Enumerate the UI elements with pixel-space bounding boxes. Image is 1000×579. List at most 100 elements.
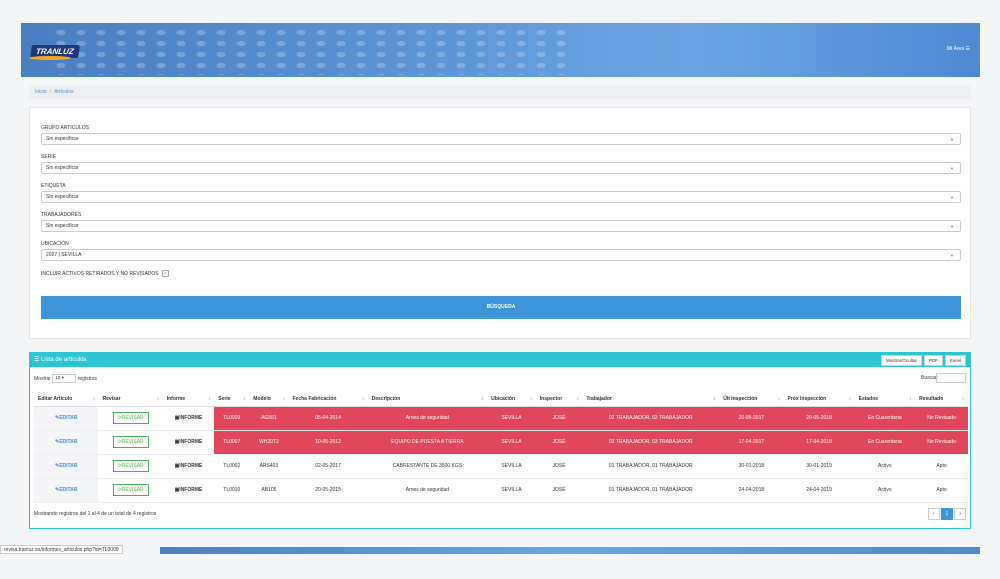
include-retired-label: INCLUIR ACTIVOS RETIRADOS Y NO REVISADOS [41, 270, 159, 277]
edit-button[interactable]: ✎EDITAR [55, 487, 77, 493]
cell-ult: 17-04-2017 [738, 439, 765, 445]
chevron-down-icon: ▼ [950, 253, 954, 258]
ubicacion-label: UBICACIÓN [41, 241, 69, 247]
pagination: ‹ 1 › [927, 508, 966, 520]
review-button[interactable]: ⟳REVISAR [112, 460, 149, 472]
cell-desc: CABRESTANTE DE 3500 KGS [392, 463, 463, 469]
header-pattern [51, 27, 571, 75]
pdf-button[interactable]: PDF [923, 355, 943, 366]
cell-modelo: AG551 [261, 415, 277, 421]
cell-serie: TL0007 [223, 439, 241, 445]
column-header[interactable]: Últ Inspección ⇕ [719, 392, 784, 407]
cell-prox: 30-01-2019 [806, 463, 832, 469]
cell-prox: 24-04-2019 [806, 487, 832, 493]
trabajadores-select[interactable]: Sin especificar ▼ [41, 220, 961, 232]
report-button[interactable]: ▣INFORME [175, 439, 203, 445]
cell-estado: Activo [878, 487, 892, 493]
column-header[interactable]: Revisar ⇕ [98, 392, 163, 407]
header-banner: TRANLUZ Mi Área ☰ [21, 23, 980, 77]
user-menu[interactable]: Mi Área ☰ [947, 46, 970, 52]
cell-modelo: ARS403 [259, 463, 279, 469]
cell-trab: 02 TRABAJADOR, 02 TRABAJADOR [608, 415, 693, 421]
search-button[interactable]: BÚSQUEDA [41, 296, 961, 319]
table-search-input[interactable] [936, 373, 966, 383]
cell-desc: Arnes de seguridad [405, 415, 450, 421]
cell-trab: 01 TRABAJADOR, 01 TRABAJADOR [608, 463, 693, 469]
trabajadores-filter: TRABAJADORES Sin especificar ▼ [41, 212, 961, 232]
pagination-next[interactable]: › [954, 508, 966, 520]
breadcrumb-current[interactable]: Artículos [54, 89, 73, 95]
cell-ult: 24-04-2018 [738, 487, 765, 493]
excel-button[interactable]: Excel [944, 355, 966, 366]
sort-icon: ⇕ [156, 395, 160, 401]
sort-icon: ⇕ [242, 395, 247, 401]
status-url: revisa.tranluz.es/informes_articulos.php… [0, 545, 123, 554]
column-header[interactable]: Descripción ⇕ [367, 392, 488, 407]
serie-filter: SERIE Sin especificar ▼ [41, 154, 961, 174]
review-button[interactable]: ⟳REVISAR [112, 484, 149, 496]
cell-desc: EQUIPO DE PUESTA A TIERRA [391, 439, 464, 445]
report-button[interactable]: ▣INFORME [175, 415, 203, 421]
pagination-page[interactable]: 1 [940, 508, 954, 520]
column-header[interactable]: Inspector ⇕ [535, 392, 583, 407]
cell-modelo: WH20T2 [259, 439, 279, 445]
serie-select[interactable]: Sin especificar ▼ [41, 162, 961, 174]
trabajadores-label: TRABAJADORES [41, 212, 82, 218]
table-row: ✎EDITAR ⟳REVISAR ▣INFORME TL0002 ARS403 02-05… [34, 454, 968, 479]
edit-button[interactable]: ✎EDITAR [55, 415, 77, 421]
column-header[interactable]: Fecha Fabricación ⇕ [288, 392, 368, 407]
page-length-control: Mostrar 10 ▾ registros [34, 374, 97, 383]
cell-trab: 01 TRABAJADOR, 01 TRABAJADOR [608, 487, 693, 493]
cell-insp: JOSÉ [552, 463, 566, 469]
review-button[interactable]: ⟳REVISAR [112, 412, 149, 424]
cell-prox: 17-04-2018 [806, 439, 832, 445]
cell-serie: TL0009 [223, 415, 241, 421]
breadcrumb-home[interactable]: Inicio [35, 89, 47, 95]
column-header[interactable]: Editar Artículo ⇕ [34, 392, 99, 407]
column-header[interactable]: Resultado ⇕ [915, 392, 968, 407]
cell-fecha: 02-05-2017 [315, 463, 341, 469]
cell-estado: En Cuarentena [868, 439, 902, 445]
column-header[interactable]: Serie ⇕ [214, 392, 250, 407]
cell-ubic: SEVILLA [501, 439, 522, 445]
cell-res: Apto [936, 463, 947, 469]
edit-button[interactable]: ✎EDITAR [55, 439, 77, 445]
chevron-down-icon: ▼ [950, 224, 954, 229]
articles-panel: ☰ Lista de artículos Mostrar/Ocultar PDF E… [29, 352, 971, 529]
ubicacion-filter: UBICACIÓN 2027 | SEVILLA ▼ [41, 241, 961, 261]
column-header[interactable]: Trabajador ⇕ [582, 392, 720, 407]
review-button[interactable]: ⟳REVISAR [112, 436, 149, 448]
cell-ult: 20-05-2017 [738, 415, 765, 421]
column-header[interactable]: Ubicación ⇕ [487, 392, 536, 407]
etiqueta-select[interactable]: Sin especificar ▼ [41, 191, 961, 203]
cell-insp: JOSÉ [552, 487, 566, 493]
edit-button[interactable]: ✎EDITAR [55, 463, 77, 469]
panel-title: ☰ Lista de artículos [34, 357, 87, 363]
toggle-columns-button[interactable]: Mostrar/Ocultar [880, 355, 922, 366]
sort-icon: ⇕ [361, 395, 365, 401]
chevron-down-icon: ▼ [950, 166, 954, 171]
pagination-prev[interactable]: ‹ [927, 508, 940, 520]
sort-icon: ⇕ [480, 395, 485, 401]
column-header[interactable]: Próx Inspección ⇕ [783, 392, 855, 407]
table-row: ✎EDITAR ⟳REVISAR ▣INFORME TL0007 WH20T2 10-05… [34, 430, 968, 455]
column-header[interactable]: Estados ⇕ [854, 392, 916, 407]
cell-serie: TL0002 [223, 463, 241, 469]
cell-trab: 03 TRABAJADOR, 03 TRABAJADOR [608, 439, 693, 445]
column-header[interactable]: Informe ⇕ [162, 392, 215, 407]
show-label: Mostrar [34, 375, 51, 382]
group-select[interactable]: Sin especificar ▼ [41, 133, 961, 145]
report-button[interactable]: ▣INFORME [175, 463, 203, 469]
column-header[interactable]: Modelo ⇕ [249, 392, 289, 407]
ubicacion-select[interactable]: 2027 | SEVILLA ▼ [41, 249, 961, 261]
breadcrumb: Inicio / Artículos [29, 86, 971, 99]
cell-fecha: 10-05-2012 [315, 439, 341, 445]
report-button[interactable]: ▣INFORME [175, 487, 203, 493]
page-length-select[interactable]: 10 ▾ [52, 374, 77, 383]
group-filter: GRUPO ARTICULOS Sin especificar ▼ [41, 125, 961, 145]
include-retired-checkbox[interactable]: ✓ [162, 270, 170, 277]
cell-fecha: 05-04-2014 [315, 415, 341, 421]
table-info: Mostrando registros del 1 al 4 de un tot… [34, 511, 157, 517]
include-retired-row: INCLUIR ACTIVOS RETIRADOS Y NO REVISADOS… [41, 270, 170, 277]
sort-icon: ⇕ [908, 395, 913, 401]
